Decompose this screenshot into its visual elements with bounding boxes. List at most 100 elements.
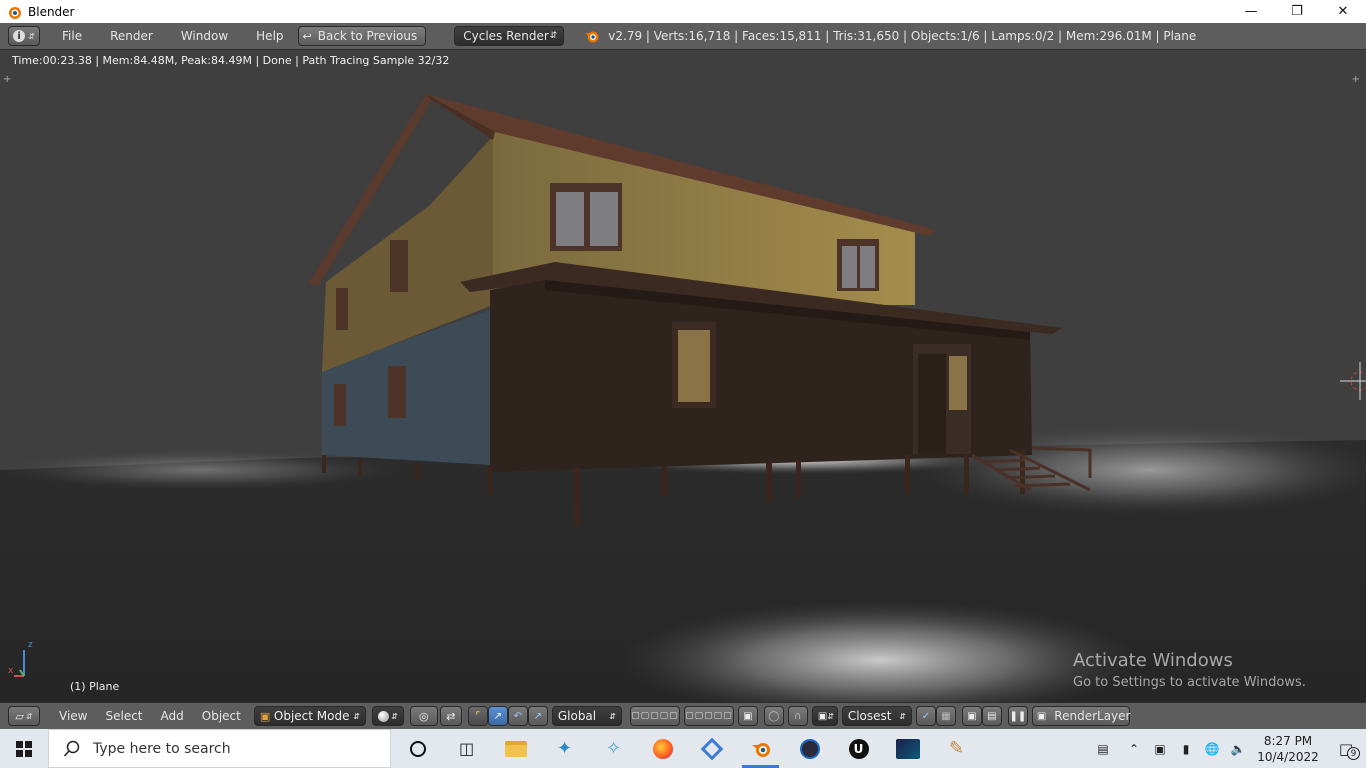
menu-object[interactable]: Object	[193, 709, 250, 723]
scale-icon: ↗	[533, 710, 543, 722]
layer-lock-button[interactable]: ▣	[737, 706, 758, 726]
updown-icon: ⇵	[609, 711, 616, 721]
opengl-anim-button[interactable]: ▤	[981, 706, 1002, 726]
pivot-icon: ◎	[419, 709, 429, 723]
editor-type-button[interactable]: i ⇵	[8, 26, 40, 46]
menu-select[interactable]: Select	[96, 709, 151, 723]
menu-add[interactable]: Add	[152, 709, 193, 723]
render-layer-field[interactable]: ▣ RenderLayer	[1031, 706, 1131, 726]
task-view-icon[interactable]: ◫	[442, 729, 491, 768]
object-mode-icon: ▣	[259, 709, 271, 723]
snap-toggle[interactable]: ∩	[787, 706, 808, 726]
battery-icon[interactable]: ▮	[1174, 729, 1198, 768]
updown-icon: ⇵	[353, 711, 360, 721]
menu-render[interactable]: Render	[102, 29, 161, 43]
axis-label-x: x	[8, 666, 14, 676]
updown-icon: ⇵	[549, 31, 558, 41]
layer-grid-1[interactable]: ▢▢▢▢▢	[629, 706, 680, 726]
menu-window[interactable]: Window	[173, 29, 236, 43]
snap-align-button[interactable]: ✓	[915, 706, 936, 726]
updown-icon: ⇵	[827, 711, 834, 721]
opengl-render-button[interactable]: ▣	[961, 706, 982, 726]
back-to-previous-button[interactable]: ↩ Back to Previous	[297, 26, 427, 46]
layer-grid-2[interactable]: ▢▢▢▢▢	[683, 706, 734, 726]
info-icon: i	[13, 30, 26, 42]
window-title: Blender	[28, 4, 75, 19]
clock-time: 8:27 PM	[1263, 733, 1313, 748]
align-rotation-icon: ✓	[921, 710, 931, 722]
area-split-handle-left[interactable]: +	[3, 74, 11, 85]
clapper-icon: ▤	[987, 710, 997, 722]
unreal-icon[interactable]: U	[834, 729, 883, 768]
scene-stats: v2.79 | Verts:16,718 | Faces:15,811 | Tr…	[584, 29, 1196, 43]
snap-element-select[interactable]: ▣ ⇵	[811, 706, 838, 726]
windows-taskbar: Type here to search ◫ ✦ ✧ U ✎ ▤ ⌃ ▣ ▮ 🌐 …	[0, 729, 1366, 768]
watermark-subtitle: Go to Settings to activate Windows.	[1073, 675, 1306, 690]
blender-icon[interactable]	[736, 729, 785, 768]
chevron-up-icon[interactable]: ⌃	[1122, 729, 1146, 768]
orientation-select[interactable]: Global ⇵	[551, 706, 622, 726]
menu-file[interactable]: File	[54, 29, 90, 43]
pause-render-button[interactable]: ❚❚	[1007, 706, 1028, 726]
back-arrow-icon: ↩	[302, 29, 312, 43]
windows-logo-icon	[16, 740, 32, 757]
proportional-edit-button[interactable]: ◯	[763, 706, 784, 726]
snap-project-button[interactable]: ▦	[935, 706, 956, 726]
snap-target-value: Closest	[847, 709, 892, 723]
close-icon[interactable]: ✕	[1320, 0, 1366, 23]
render-status-text: Time:00:23.38 | Mem:84.48M, Peak:84.49M …	[12, 54, 450, 67]
notification-count-badge: 9	[1347, 747, 1360, 760]
paint-icon[interactable]: ✎	[932, 729, 981, 768]
taskbar-search[interactable]: Type here to search	[48, 729, 391, 768]
blender-logo-icon	[9, 6, 21, 19]
menu-help[interactable]: Help	[248, 29, 291, 43]
proportional-icon: ◯	[768, 710, 780, 722]
meet-now-icon[interactable]: ▣	[1148, 729, 1172, 768]
move-manipulator[interactable]: ↗	[487, 706, 508, 726]
updown-icon: ⇵	[25, 711, 33, 721]
3d-viewport[interactable]: Time:00:23.38 | Mem:84.48M, Peak:84.49M …	[0, 50, 1366, 702]
translate-manipulator[interactable]: ⌜	[467, 706, 488, 726]
camera-icon: ▣	[967, 710, 977, 722]
minimize-icon[interactable]: —	[1228, 0, 1274, 23]
cortana-icon[interactable]	[393, 729, 442, 768]
dolphin-icon[interactable]: ✦	[540, 729, 589, 768]
notification-center-icon[interactable]: □ 9	[1326, 729, 1366, 768]
obs-icon[interactable]	[785, 729, 834, 768]
mode-select[interactable]: ▣ Object Mode ⇵	[253, 706, 366, 726]
move-arrow-icon: ↗	[493, 710, 503, 722]
shading-select[interactable]: ⇵	[371, 706, 404, 726]
taskbar-clock[interactable]: 8:27 PM 10/4/2022	[1252, 733, 1324, 765]
axis-arrows-icon: ⌜	[475, 710, 481, 722]
menu-view[interactable]: View	[50, 709, 96, 723]
pivot-point-button[interactable]: ◎	[409, 706, 438, 726]
adobe-icon[interactable]	[883, 729, 932, 768]
editor-type-button[interactable]: ▱ ⇵	[8, 706, 40, 726]
lock-layer-icon: ▣	[743, 710, 753, 722]
render-engine-select[interactable]: Cycles Render ⇵	[454, 26, 565, 46]
area-split-handle-right[interactable]: +	[1352, 74, 1360, 85]
network-icon[interactable]: 🌐	[1200, 729, 1224, 768]
news-icon[interactable]: ▤	[1086, 729, 1120, 768]
render-layer-value: RenderLayer	[1054, 709, 1131, 723]
3d-view-icon: ▱	[15, 709, 24, 723]
file-explorer-icon[interactable]	[491, 729, 540, 768]
render-engine-value: Cycles Render	[463, 29, 549, 43]
mode-value: Object Mode	[273, 709, 350, 723]
app-icon[interactable]	[687, 729, 736, 768]
rotate-manipulator[interactable]: ↶	[507, 706, 528, 726]
orientation-value: Global	[557, 709, 597, 723]
firefox-icon[interactable]	[638, 729, 687, 768]
rotate-icon: ↶	[513, 710, 523, 722]
restore-icon[interactable]: ❐	[1274, 0, 1320, 23]
scale-manipulator[interactable]: ↗	[527, 706, 548, 726]
puzzle-icon[interactable]: ✧	[589, 729, 638, 768]
manipulator-toggle[interactable]: ⇄	[439, 706, 462, 726]
search-icon	[63, 740, 80, 757]
volume-icon[interactable]: 🔈	[1226, 729, 1250, 768]
back-to-previous-label: Back to Previous	[317, 29, 418, 43]
start-button[interactable]	[0, 729, 48, 768]
window-title-bar: Blender — ❐ ✕	[0, 0, 1366, 23]
blender-logo-icon	[585, 31, 599, 43]
snap-target-select[interactable]: Closest ⇵	[841, 706, 912, 726]
